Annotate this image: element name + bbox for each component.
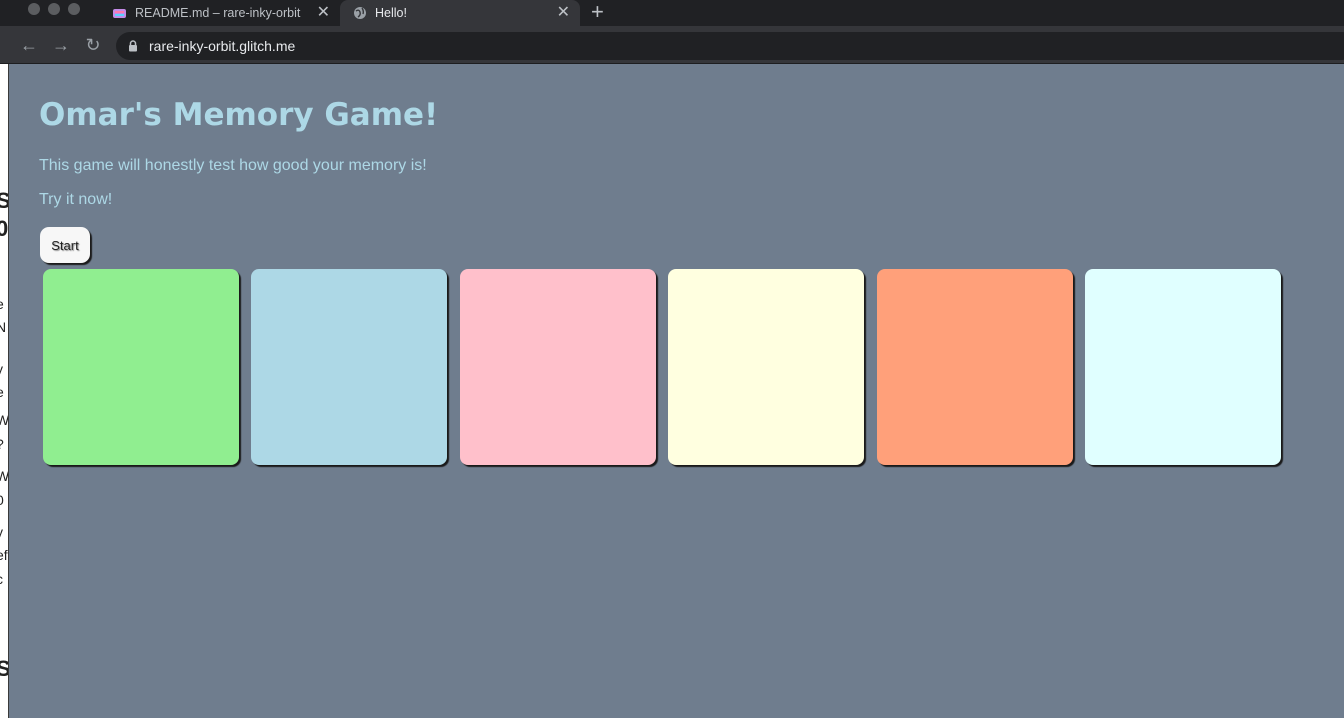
reload-icon[interactable]: ↻ [83,35,103,55]
background-window-edge: S 0 e N y e W ? W 0 y ef c S [0,64,9,718]
background-fragment: y [0,524,3,540]
close-window-dot[interactable] [28,3,40,15]
background-fragment: c [0,571,3,587]
tab-hello-label: Hello! [375,6,407,20]
background-fragment: y [0,361,3,377]
back-arrow-icon[interactable]: ← [19,35,39,55]
new-tab-button[interactable]: + [591,1,604,23]
background-fragment: W [0,412,8,428]
lock-icon [126,39,140,53]
game-card[interactable] [877,269,1073,465]
address-bar[interactable]: rare-inky-orbit.glitch.me [116,32,1344,60]
globe-icon [352,6,367,21]
game-card[interactable] [251,269,447,465]
background-fragment: ? [0,436,4,452]
page-content: Omar's Memory Game! This game will hones… [9,65,1344,718]
background-fragment: 0 [0,492,4,508]
background-fragment: e [0,384,4,400]
background-fragment: ef [0,547,8,563]
tab-readme-label: README.md – rare-inky-orbit [135,6,301,20]
tab-hello-close-icon[interactable]: ✕ [557,5,570,21]
game-card[interactable] [43,269,239,465]
tab-readme[interactable]: README.md – rare-inky-orbit ✕ [100,0,340,26]
game-card[interactable] [668,269,864,465]
page-title: Omar's Memory Game! [39,97,439,133]
tab-readme-close-icon[interactable]: ✕ [317,5,330,21]
start-button[interactable]: Start [40,227,90,263]
forward-arrow-icon[interactable]: → [51,35,71,55]
tab-strip: README.md – rare-inky-orbit ✕ Hello! ✕ + [0,0,1344,26]
zoom-window-dot[interactable] [68,3,80,15]
background-fragment: N [0,319,6,335]
tab-hello[interactable]: Hello! ✕ [340,0,580,26]
browser-toolbar: ← → ↻ rare-inky-orbit.glitch.me [0,26,1344,64]
browser-window: README.md – rare-inky-orbit ✕ Hello! ✕ +… [0,0,1344,718]
background-fragment: W [0,468,8,484]
url-text: rare-inky-orbit.glitch.me [149,38,296,54]
game-description: This game will honestly test how good yo… [39,157,427,174]
minimize-window-dot[interactable] [48,3,60,15]
glitch-icon [112,6,127,21]
background-fragment: 0 [0,216,8,242]
background-fragment: S [0,656,8,682]
game-card[interactable] [1085,269,1281,465]
background-fragment: e [0,296,4,312]
background-fragment: S [0,188,8,214]
game-card[interactable] [460,269,656,465]
call-to-action: Try it now! [39,191,113,208]
